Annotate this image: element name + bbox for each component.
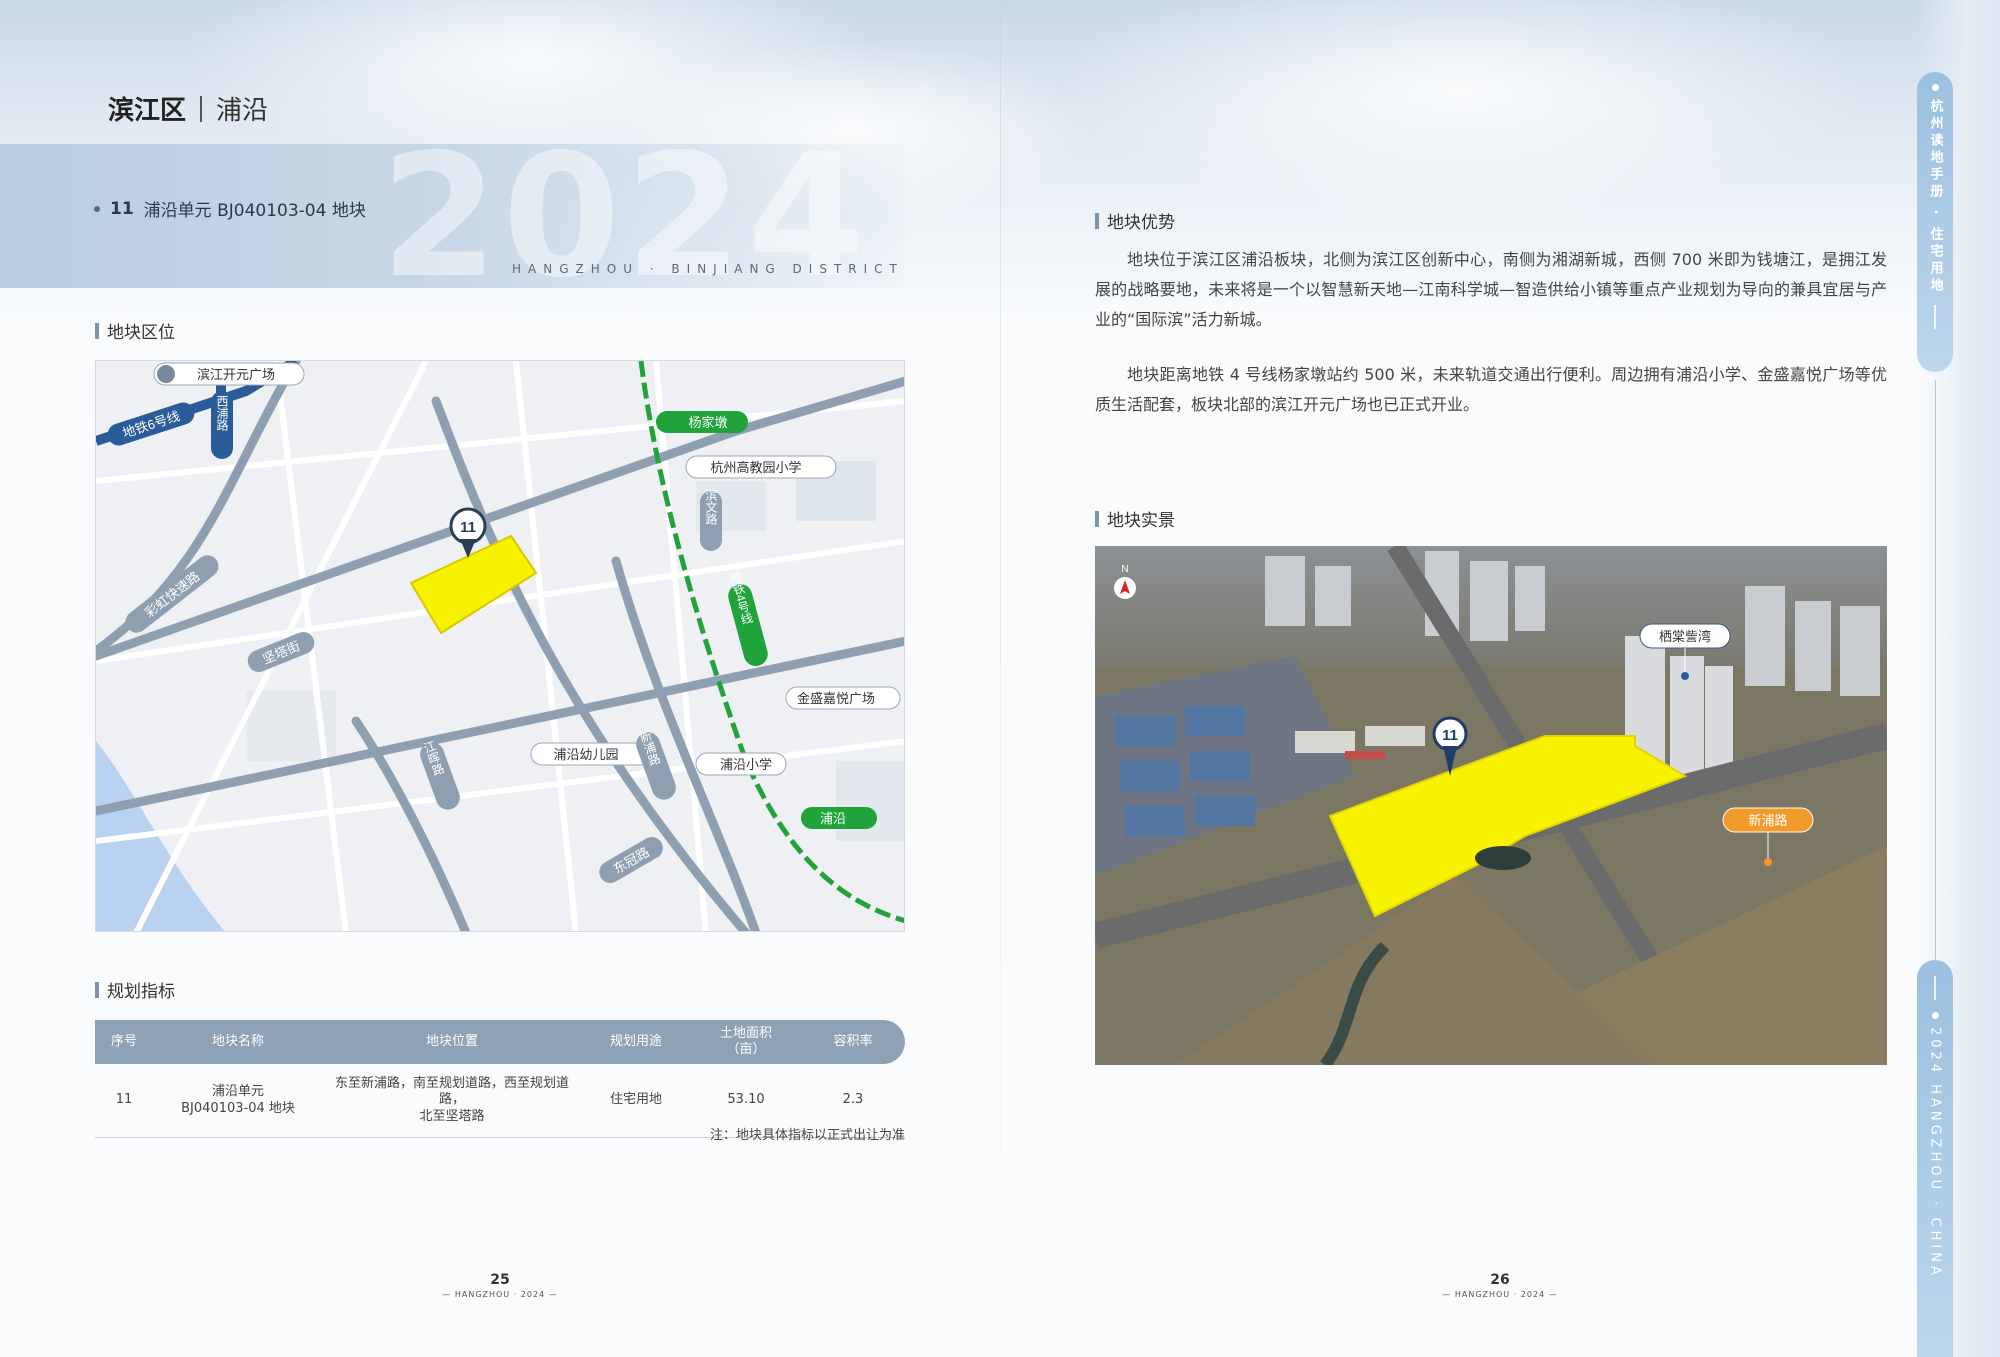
- col-area: 土地面积（亩）: [719, 1025, 772, 1057]
- section-indicators: 规划指标: [95, 977, 175, 1002]
- section-bar-icon: [1095, 510, 1099, 527]
- cell-name-line1: 浦沿单元: [211, 1084, 264, 1100]
- cell-name: 浦沿单元 BJ040103-04 地块: [153, 1084, 323, 1117]
- section-bar-icon: [1095, 212, 1099, 229]
- section-indicators-label: 规划指标: [107, 982, 175, 1002]
- photo-marker-label: 11: [1442, 727, 1458, 744]
- banner-year: 2024: [380, 118, 870, 316]
- table-note: 注：地块具体指标以正式出让为准: [709, 1128, 905, 1143]
- district-english: HANGZHOU · BINJIANG DISTRICT: [512, 262, 904, 276]
- map-label-yangjiadun: 杨家墩: [688, 415, 727, 430]
- rail-pill-bottom: 2024 HANGZHOU · CHINA: [1917, 960, 1953, 1357]
- map-label-puyan-station: 浦沿: [820, 811, 846, 826]
- page-number-right: 26 — HANGZHOU · 2024 —: [1440, 1272, 1560, 1299]
- rail-pill-top: 杭州读地手册 · 住宅用地: [1917, 72, 1953, 372]
- photo-svg: N 11 栖棠訾湾 新浦路: [1095, 546, 1887, 1065]
- cell-location-line1: 东至新浦路，南至规划道路，西至规划道路，: [334, 1076, 569, 1108]
- rail-dot-icon: [1931, 84, 1939, 91]
- section-advantages: 地块优势: [1095, 208, 1175, 233]
- map-label-primary: 浦沿小学: [720, 757, 772, 772]
- rail-bottom-text: 2024 HANGZHOU · CHINA: [1927, 1027, 1943, 1279]
- table-header: 序号 地块名称 地块位置 规划用途 土地面积（亩） 容积率: [95, 1020, 905, 1064]
- col-no: 序号: [110, 1033, 137, 1049]
- plot-number: 11: [110, 198, 134, 219]
- advantages-para-1: 地块位于滨江区浦沿板块，北侧为滨江区创新中心，南侧为湘湖新城，西侧 700 米即…: [1095, 250, 1887, 329]
- district-name: 滨江区: [108, 96, 187, 126]
- page-number-left-sub: — HANGZHOU · 2024 —: [442, 1290, 558, 1299]
- col-far: 容积率: [833, 1033, 873, 1049]
- page-number-left-value: 25: [490, 1272, 510, 1288]
- cell-location: 东至新浦路，南至规划道路，西至规划道路， 北至坚塔路: [323, 1076, 581, 1125]
- map-label-kindergarten: 浦沿幼儿园: [553, 747, 618, 762]
- page-number-left: 25 — HANGZHOU · 2024 —: [440, 1272, 560, 1299]
- page-number-right-value: 26: [1490, 1272, 1510, 1288]
- page-fold: [1000, 0, 1001, 1357]
- section-bar-icon: [95, 981, 99, 998]
- area-name: 浦沿: [216, 96, 269, 126]
- section-location: 地块区位: [95, 318, 175, 343]
- cell-name-line2: BJ040103-04 地块: [181, 1100, 295, 1116]
- rail-top-text: 杭州读地手册 · 住宅用地: [1927, 99, 1943, 295]
- page-number-right-sub: — HANGZHOU · 2024 —: [1442, 1290, 1558, 1299]
- col-use: 规划用途: [609, 1033, 662, 1049]
- bullet-icon: [94, 205, 100, 212]
- col-location: 地块位置: [425, 1033, 478, 1049]
- map-svg: 11 地铁6号线 滨江开元广场 西浦路 杨家墩 杭州高教园小学 滨文路 地铁4号…: [96, 361, 904, 931]
- rail-line-icon: [1934, 305, 1936, 329]
- photo-label-road: 新浦路: [1748, 813, 1787, 828]
- section-advantages-label: 地块优势: [1107, 213, 1175, 233]
- page-header: 滨江区 浦沿: [108, 90, 268, 127]
- aerial-photo: N 11 栖棠訾湾 新浦路: [1095, 546, 1887, 1065]
- section-photo-label: 地块实景: [1107, 511, 1175, 531]
- advantages-para-2: 地块距离地铁 4 号线杨家墩站约 500 米，未来轨道交通出行便利。周边拥有浦沿…: [1095, 365, 1887, 414]
- rail-divider: [1935, 380, 1936, 960]
- rail-dot-icon: [1931, 1012, 1939, 1019]
- map-label-jinsheng: 金盛嘉悦广场: [797, 691, 875, 706]
- map-label-kaiyuan: 滨江开元广场: [197, 367, 275, 382]
- header-separator: [200, 95, 203, 122]
- photo-compass-label: N: [1121, 564, 1128, 575]
- map-label-xipu: 西浦路: [215, 395, 229, 432]
- cell-location-line2: 北至坚塔路: [419, 1108, 485, 1124]
- cell-far: 2.3: [842, 1092, 864, 1108]
- plot-heading: 11 浦沿单元 BJ040103-04 地块: [94, 196, 366, 221]
- map-marker-label: 11: [460, 519, 476, 536]
- cell-no: 11: [115, 1092, 133, 1108]
- cell-use: 住宅用地: [609, 1092, 662, 1108]
- location-map: 11 地铁6号线 滨江开元广场 西浦路 杨家墩 杭州高教园小学 滨文路 地铁4号…: [95, 360, 905, 932]
- map-label-binwen: 滨文路: [704, 488, 718, 526]
- col-name: 地块名称: [211, 1033, 264, 1049]
- rail-line-icon: [1934, 976, 1936, 1000]
- section-photo: 地块实景: [1095, 506, 1175, 531]
- section-bar-icon: [95, 322, 99, 339]
- map-label-gaojiaoyuan: 杭州高教园小学: [710, 460, 801, 475]
- photo-label-community: 栖棠訾湾: [1659, 629, 1711, 644]
- plot-name: 浦沿单元 BJ040103-04 地块: [143, 201, 366, 221]
- cell-area: 53.10: [727, 1092, 765, 1108]
- indicators-table: 序号 地块名称 地块位置 规划用途 土地面积（亩） 容积率 11 浦沿单元 BJ…: [95, 1020, 905, 1138]
- section-location-label: 地块区位: [107, 323, 175, 343]
